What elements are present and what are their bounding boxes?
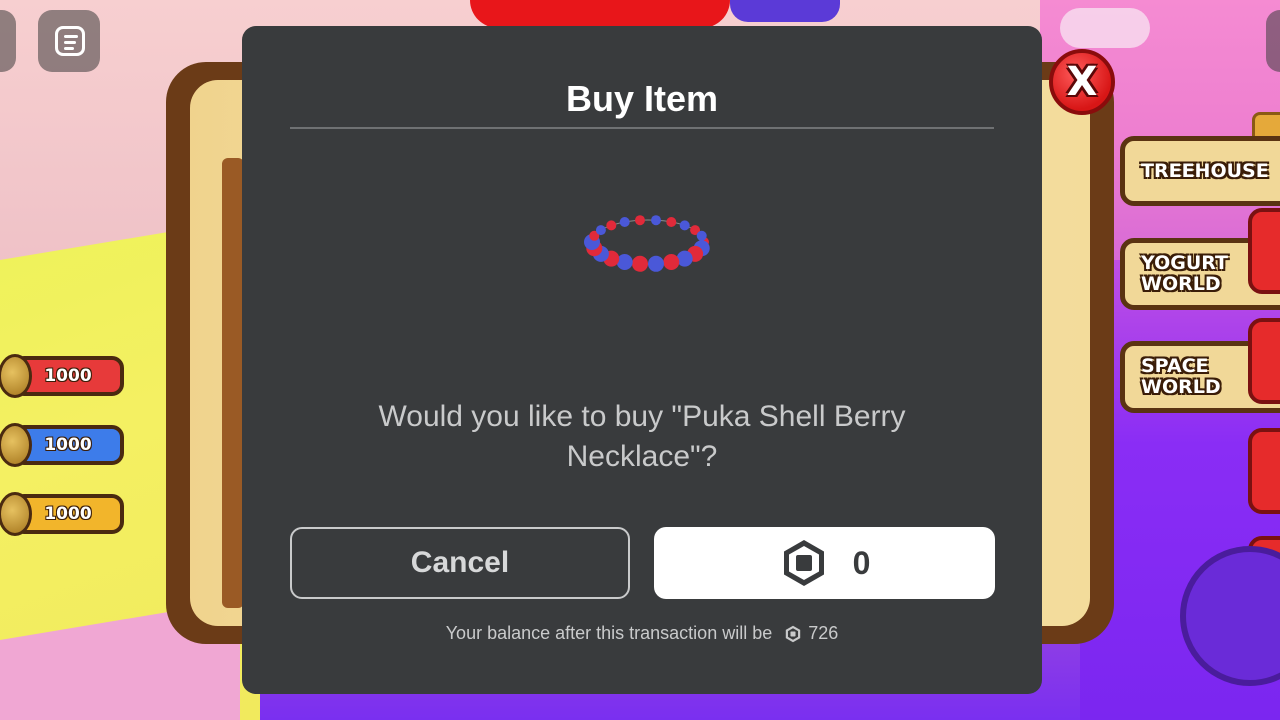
world-button-treehouse[interactable]: TREEHOUSE (1120, 136, 1280, 206)
currency-pill-red[interactable]: 1000 (0, 354, 124, 398)
close-icon: X (1066, 59, 1098, 105)
bead (619, 217, 630, 227)
side-tab-button[interactable] (1248, 208, 1280, 294)
bead (679, 220, 690, 231)
bead (663, 254, 680, 270)
bead (606, 220, 617, 231)
currency-value: 1000 (44, 504, 92, 524)
currency-pill-gold[interactable]: 1000 (0, 492, 124, 536)
bead (632, 255, 648, 272)
dialog-title: Buy Item (565, 78, 719, 119)
world-label: SPACE WORLD (1141, 355, 1221, 398)
background-cloud (1060, 8, 1150, 48)
balance-amount: 726 (808, 623, 839, 643)
cancel-button[interactable]: Cancel (290, 527, 630, 599)
coin-icon (0, 354, 32, 398)
bead (651, 215, 661, 226)
side-tab-button[interactable] (1248, 318, 1280, 404)
background-blue-object (730, 0, 840, 22)
robux-icon (783, 540, 824, 586)
balance-text: Your balance after this transaction will… (445, 623, 773, 643)
buy-button[interactable]: 0 (654, 527, 995, 599)
berry-necklace-image (584, 215, 710, 272)
robux-icon (786, 625, 801, 642)
currency-value: 1000 (44, 366, 92, 386)
bead (676, 250, 693, 267)
bead (648, 255, 664, 272)
bead (595, 225, 606, 236)
top-right-menu-button[interactable] (1266, 10, 1280, 72)
balance-note: Your balance after this transaction will… (242, 623, 1042, 644)
roblox-menu-button[interactable] (0, 10, 16, 72)
bead (635, 215, 645, 226)
side-tab-button[interactable] (1248, 428, 1280, 514)
currency-value: 1000 (44, 435, 92, 455)
world-label: YOGURT WORLD (1141, 252, 1228, 295)
title-divider (290, 127, 994, 129)
currency-pill-blue[interactable]: 1000 (0, 423, 124, 467)
close-button[interactable]: X (1049, 49, 1115, 115)
chat-button[interactable] (38, 10, 100, 72)
buy-item-dialog: Buy Item Would you like to buy "Puka She… (242, 26, 1042, 694)
background-red-object (470, 0, 730, 28)
bead (616, 254, 633, 270)
price-label: 0 (852, 544, 871, 581)
cancel-label: Cancel (410, 546, 510, 579)
shop-board-strip (222, 158, 244, 608)
bead (666, 217, 677, 227)
world-label: TREEHOUSE (1141, 159, 1269, 182)
coin-icon (0, 492, 32, 536)
bead (696, 230, 707, 241)
purchase-question: Would you like to buy "Puka Shell Berry … (378, 400, 906, 473)
chat-icon (55, 26, 85, 56)
coin-icon (0, 423, 32, 467)
